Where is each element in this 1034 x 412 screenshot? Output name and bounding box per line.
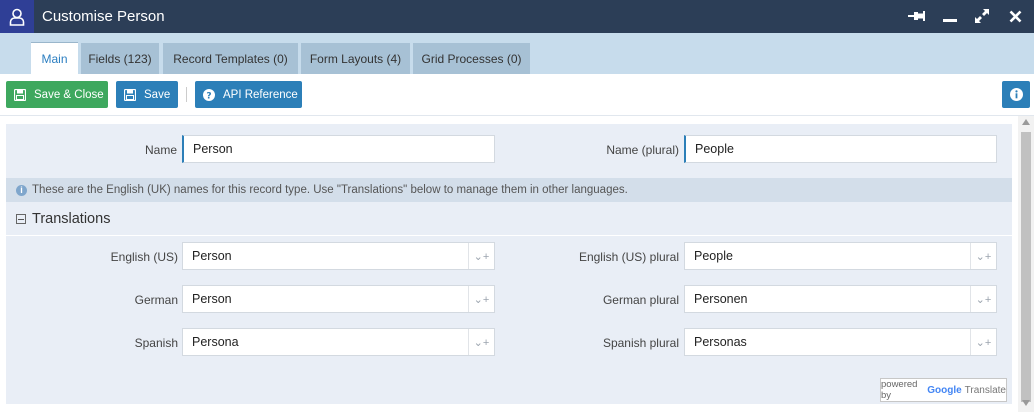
save-close-label: Save & Close xyxy=(34,88,104,101)
close-icon[interactable] xyxy=(1004,6,1026,26)
translate-dropdown-icon[interactable]: ⌄+ xyxy=(468,243,494,269)
spanish-plural-field: Personas ⌄+ xyxy=(684,328,997,356)
german-label: German xyxy=(134,293,178,307)
translate-text: Translate xyxy=(964,384,1006,396)
german-plural-field: Personen ⌄+ xyxy=(684,285,997,313)
german-field: Person ⌄+ xyxy=(182,285,495,313)
german-plural-label: German plural xyxy=(602,293,679,307)
translate-dropdown-icon[interactable]: ⌄+ xyxy=(970,286,996,312)
english-us-field: Person ⌄+ xyxy=(182,242,495,270)
translate-dropdown-icon[interactable]: ⌄+ xyxy=(970,329,996,355)
collapse-icon xyxy=(16,214,26,224)
tab-record-templates[interactable]: Record Templates (0) xyxy=(163,43,298,74)
info-notice-text: These are the English (UK) names for thi… xyxy=(32,184,628,196)
tab-form-layouts[interactable]: Form Layouts (4) xyxy=(301,43,410,74)
info-notice: i These are the English (UK) names for t… xyxy=(6,178,1012,202)
scroll-down-icon[interactable] xyxy=(1022,400,1030,406)
maximize-icon[interactable] xyxy=(971,6,993,26)
api-reference-label: API Reference xyxy=(223,88,298,101)
english-us-plural-input[interactable]: People xyxy=(694,249,970,263)
save-button[interactable]: Save xyxy=(116,81,178,108)
powered-by-text: powered by xyxy=(881,379,918,401)
toolbar: Save & Close Save ? API Reference xyxy=(0,74,1034,116)
spanish-label: Spanish xyxy=(134,336,178,350)
translate-dropdown-icon[interactable]: ⌄+ xyxy=(468,286,494,312)
save-label: Save xyxy=(144,88,171,101)
spanish-input[interactable]: Persona xyxy=(192,335,468,349)
name-plural-field[interactable]: People xyxy=(684,135,997,163)
spanish-plural-label: Spanish plural xyxy=(602,336,679,350)
english-us-label: English (US) xyxy=(110,250,178,264)
pin-icon[interactable] xyxy=(906,6,928,26)
translate-dropdown-icon[interactable]: ⌄+ xyxy=(970,243,996,269)
info-icon: i xyxy=(16,184,27,196)
google-logo: Google xyxy=(927,384,962,396)
window-title: Customise Person xyxy=(42,8,165,25)
english-us-input[interactable]: Person xyxy=(192,249,468,263)
translations-section-toggle[interactable]: Translations xyxy=(16,210,110,228)
german-plural-input[interactable]: Personen xyxy=(694,292,970,306)
tab-fields[interactable]: Fields (123) xyxy=(81,43,159,74)
toolbar-divider xyxy=(186,87,187,102)
name-plural-label: Name (plural) xyxy=(606,143,679,157)
english-us-plural-label: English (US) plural xyxy=(578,250,679,264)
spanish-plural-input[interactable]: Personas xyxy=(694,335,970,349)
floppy-disk-icon xyxy=(14,88,26,101)
section-divider xyxy=(6,235,1012,236)
api-reference-button[interactable]: ? API Reference xyxy=(195,81,302,108)
info-icon[interactable] xyxy=(1002,81,1030,108)
name-label: Name xyxy=(144,143,177,157)
scrollbar-thumb[interactable] xyxy=(1021,132,1031,402)
translate-dropdown-icon[interactable]: ⌄+ xyxy=(468,329,494,355)
title-bar: Customise Person xyxy=(0,0,1034,33)
german-input[interactable]: Person xyxy=(192,292,468,306)
scroll-up-icon[interactable] xyxy=(1022,119,1030,125)
question-circle-icon: ? xyxy=(203,88,215,101)
floppy-disk-icon xyxy=(124,88,136,101)
english-us-plural-field: People ⌄+ xyxy=(684,242,997,270)
spanish-field: Persona ⌄+ xyxy=(182,328,495,356)
tab-main[interactable]: Main xyxy=(31,42,78,74)
user-icon xyxy=(0,0,34,33)
svg-text:?: ? xyxy=(206,91,211,101)
name-field[interactable]: Person xyxy=(182,135,495,163)
google-translate-attribution[interactable]: powered by Google Translate xyxy=(880,378,1007,402)
vertical-scrollbar[interactable] xyxy=(1018,116,1034,412)
minimize-icon[interactable] xyxy=(939,6,961,26)
save-close-button[interactable]: Save & Close xyxy=(6,81,108,108)
translations-heading: Translations xyxy=(32,211,111,227)
tab-bar: Main Fields (123) Record Templates (0) F… xyxy=(0,33,1034,74)
tab-grid-processes[interactable]: Grid Processes (0) xyxy=(413,43,530,74)
